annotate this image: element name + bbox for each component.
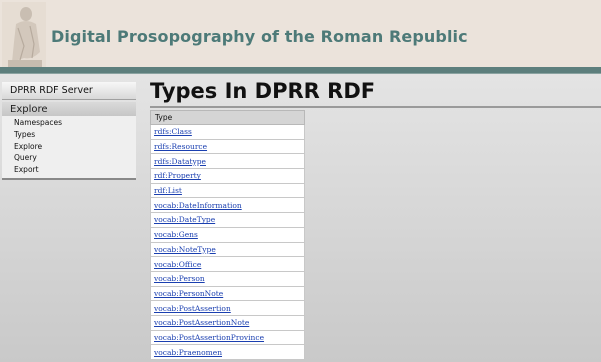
table-row: rdfs:Class [150,124,305,140]
table-cell: vocab:PostAssertionProvince [150,329,305,346]
table-row: rdf:Property [150,168,305,184]
sidebar-item-export[interactable]: Export [2,164,136,176]
table-row: vocab:Praenomen [150,344,305,360]
table-cell: vocab:Office [150,256,305,272]
table-cell: vocab:Gens [150,226,305,243]
title-divider [150,106,601,108]
sidebar-menu: Namespaces Types Explore Query Export [2,116,136,180]
table-row: vocab:PostAssertionNote [150,314,305,331]
table-row: rdfs:Resource [150,138,305,155]
type-link[interactable]: rdfs:Class [154,127,192,136]
table-row: vocab:NoteType [150,241,305,258]
type-link[interactable]: rdfs:Datatype [154,157,206,166]
roman-statue-logo [2,2,46,67]
type-link[interactable]: vocab:Office [154,260,201,269]
table-row: vocab:DateInformation [150,197,305,214]
table-cell: vocab:Person [150,270,305,287]
types-table: Type rdfs:Class rdfs:Resource rdfs:Datat… [150,110,305,360]
table-row: vocab:Office [150,256,305,272]
table-row: vocab:DateType [150,212,305,228]
table-cell: rdfs:Datatype [150,153,305,170]
type-link[interactable]: vocab:PostAssertionNote [154,318,249,327]
table-row: vocab:PersonNote [150,285,305,302]
type-link[interactable]: vocab:DateType [154,215,215,224]
type-link[interactable]: vocab:PostAssertion [154,304,231,313]
type-link[interactable]: vocab:Praenomen [154,348,222,357]
sidebar-item-types[interactable]: Types [2,129,136,141]
type-link[interactable]: vocab:PostAssertionProvince [154,333,264,342]
table-row: vocab:PostAssertionProvince [150,329,305,346]
table-row: vocab:PostAssertion [150,300,305,316]
table-cell: rdf:List [150,182,305,199]
type-link[interactable]: vocab:Gens [154,230,198,239]
type-link[interactable]: rdf:List [154,186,182,195]
sidebar-item-namespaces[interactable]: Namespaces [2,117,136,129]
table-cell: vocab:PostAssertion [150,300,305,316]
table-row: rdf:List [150,182,305,199]
sidebar-heading[interactable]: DPRR RDF Server [2,82,136,100]
site-header: Digital Prosopography of the Roman Repub… [0,0,601,67]
type-link[interactable]: vocab:PersonNote [154,289,223,298]
type-link[interactable]: vocab:Person [154,274,205,283]
table-cell: rdfs:Class [150,124,305,140]
table-header-row: Type [150,110,305,125]
type-link[interactable]: rdf:Property [154,171,201,180]
table-cell: vocab:PersonNote [150,285,305,302]
table-cell: rdfs:Resource [150,138,305,155]
type-link[interactable]: rdfs:Resource [154,142,207,151]
table-cell: vocab:Praenomen [150,344,305,360]
type-link[interactable]: vocab:NoteType [154,245,216,254]
column-header-type: Type [150,110,305,125]
sidebar-item-explore[interactable]: Explore [2,141,136,153]
table-cell: vocab:NoteType [150,241,305,258]
site-title: Digital Prosopography of the Roman Repub… [51,27,468,46]
table-cell: rdf:Property [150,168,305,184]
table-cell: vocab:DateInformation [150,197,305,214]
table-row: rdfs:Datatype [150,153,305,170]
table-cell: vocab:DateType [150,212,305,228]
type-link[interactable]: vocab:DateInformation [154,201,242,210]
sidebar: DPRR RDF Server Explore Namespaces Types… [2,82,136,180]
table-row: vocab:Person [150,270,305,287]
table-cell: vocab:PostAssertionNote [150,314,305,331]
table-row: vocab:Gens [150,226,305,243]
page-title: Types In DPRR RDF [150,79,376,103]
sidebar-item-query[interactable]: Query [2,152,136,164]
sidebar-section-explore: Explore [2,102,136,116]
